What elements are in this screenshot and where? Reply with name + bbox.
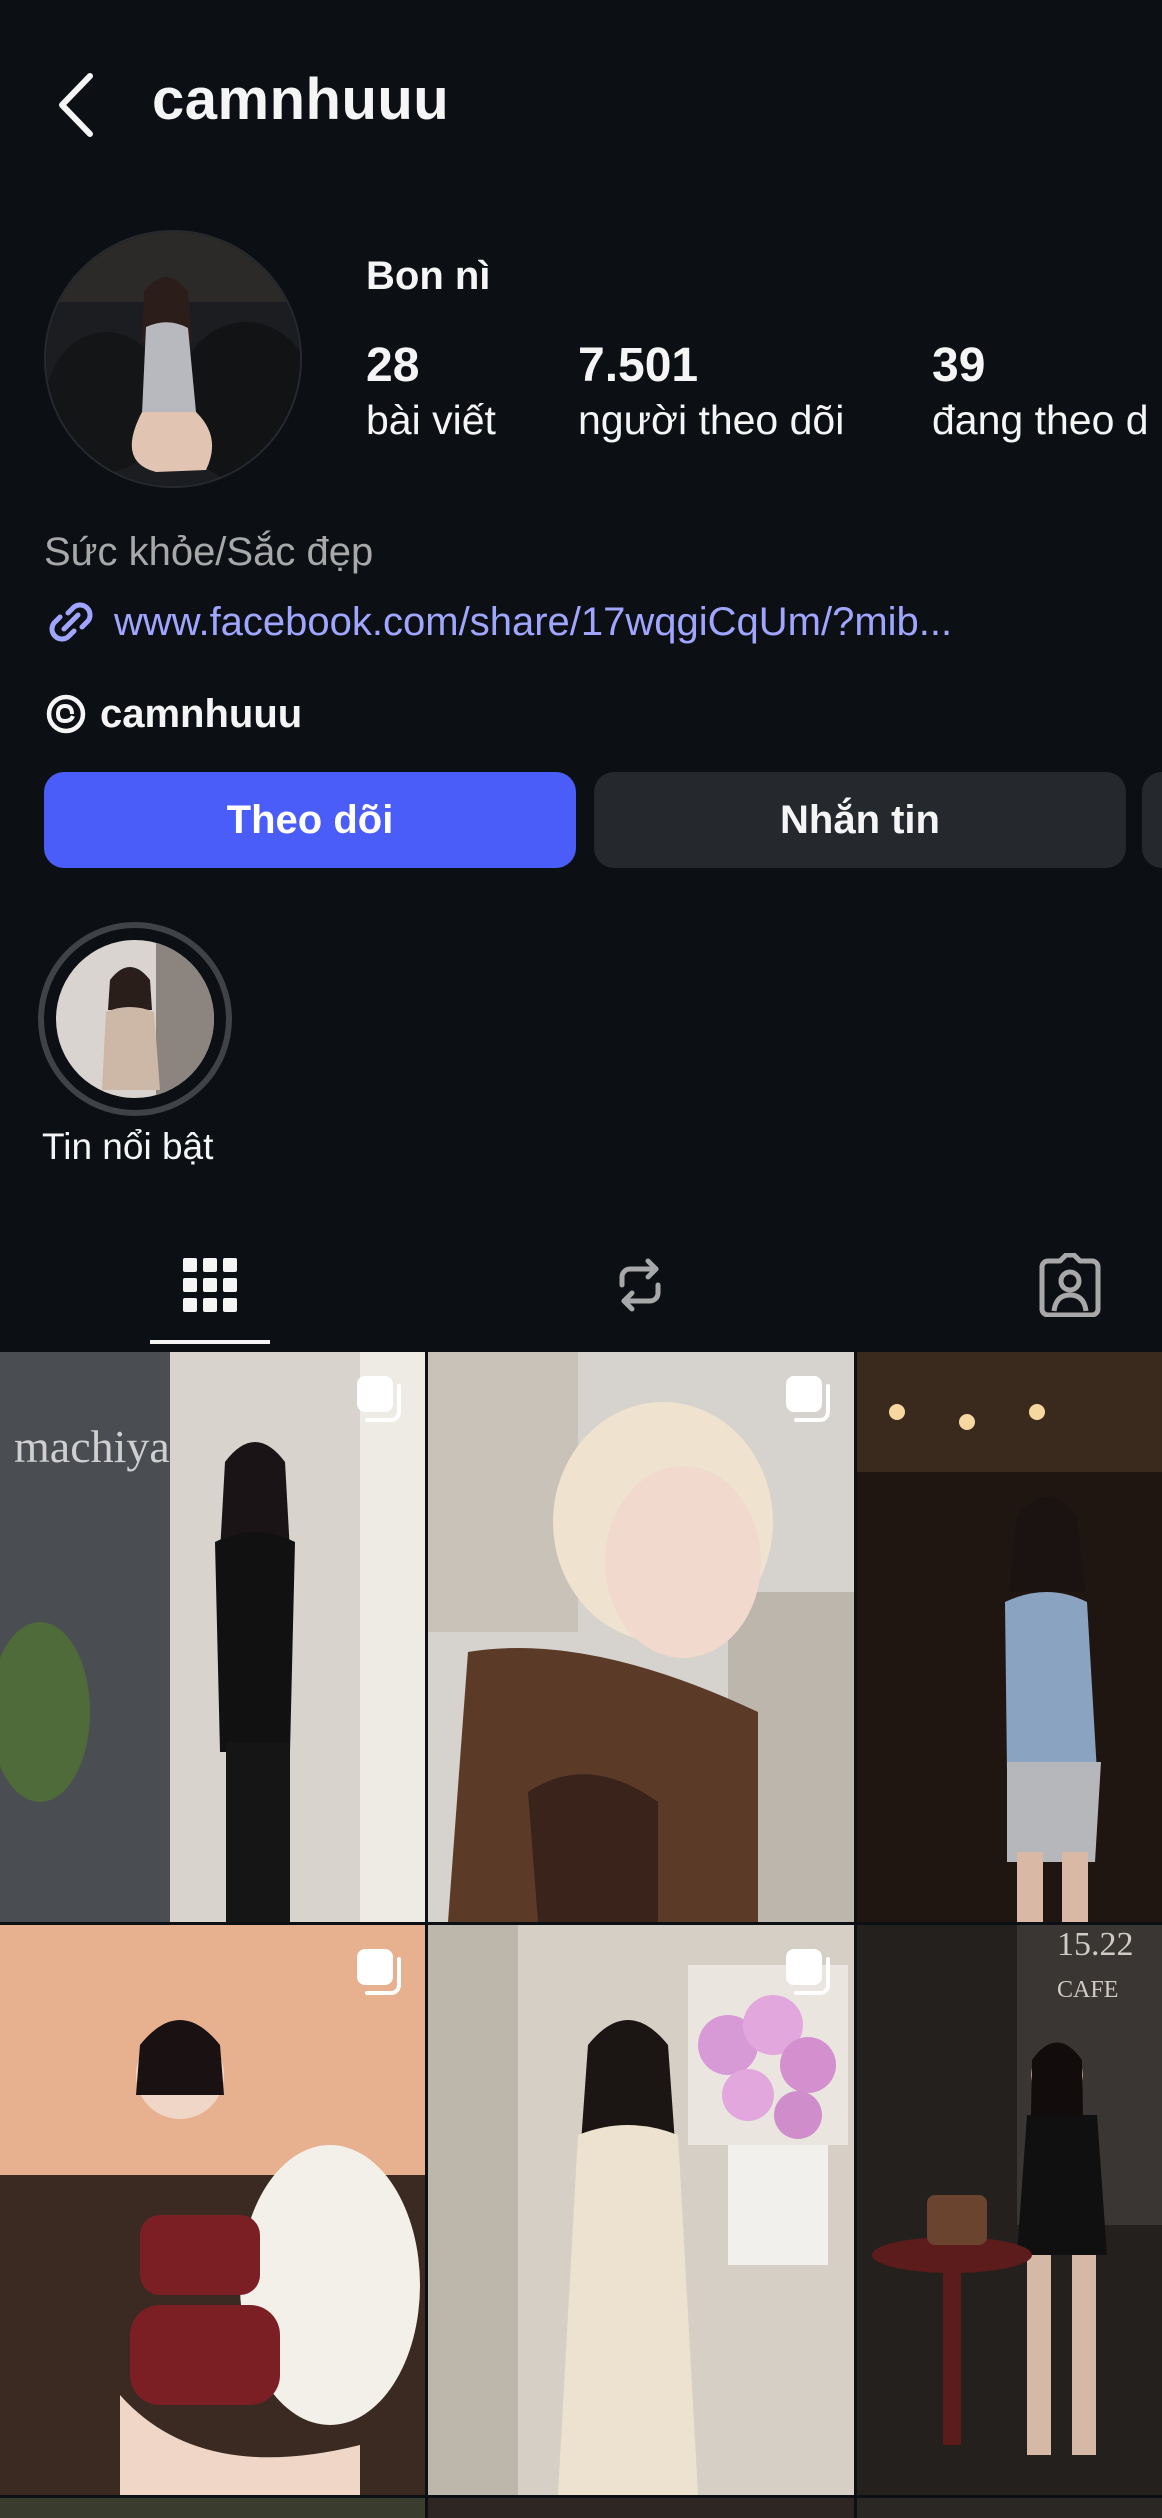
highlight-cover xyxy=(56,940,214,1098)
stat-posts-label: bài viết xyxy=(366,397,496,443)
stat-followers-count: 7.501 xyxy=(578,339,699,392)
multiple-photos-icon xyxy=(357,1949,401,1995)
stat-posts: 28 bài viết xyxy=(366,338,496,444)
post-tile[interactable] xyxy=(428,2498,854,2518)
multiple-photos-icon xyxy=(786,1376,830,1422)
post-tile[interactable] xyxy=(428,1925,854,2495)
tab-tagged[interactable] xyxy=(1010,1240,1130,1330)
profile-category: Sức khỏe/Sắc đẹp xyxy=(44,530,374,574)
threads-icon xyxy=(46,694,86,734)
multiple-photos-icon xyxy=(357,1376,401,1422)
profile-username-title: camnhuuu xyxy=(152,67,450,132)
highlight-label: Tin nổi bật xyxy=(42,1126,214,1167)
svg-text:CAFE: CAFE xyxy=(1057,1977,1118,2003)
post-tile[interactable] xyxy=(0,2498,425,2518)
multiple-photos-icon xyxy=(786,1949,830,1995)
stat-following[interactable]: 39 đang theo d xyxy=(932,338,1162,444)
tab-posts-grid[interactable] xyxy=(150,1240,270,1330)
tagged-icon xyxy=(1039,1253,1101,1317)
svg-text:15.22: 15.22 xyxy=(1057,1926,1134,1963)
active-tab-indicator xyxy=(150,1340,270,1344)
reels-repost-icon xyxy=(619,1258,661,1312)
message-button[interactable]: Nhắn tin xyxy=(594,772,1126,868)
post-tile[interactable] xyxy=(857,1352,1162,1922)
stat-following-label: đang theo d xyxy=(932,397,1149,443)
post-tile[interactable]: 15.22 CAFE xyxy=(857,1925,1162,2495)
display-name: Bon nì xyxy=(366,254,491,298)
tab-reposts[interactable] xyxy=(580,1240,700,1330)
post-tile[interactable] xyxy=(428,1352,854,1922)
stat-followers[interactable]: 7.501 người theo dõi xyxy=(578,338,844,444)
add-person-button[interactable] xyxy=(1142,772,1162,868)
threads-badge[interactable]: camnhuuu xyxy=(44,686,302,742)
post-tile[interactable] xyxy=(857,2498,1162,2518)
profile-link[interactable]: www.facebook.com/share/17wqgiCqUm/?mib..… xyxy=(44,594,952,650)
posts-grid: machiya 15.22 CAFE xyxy=(0,1352,1162,2518)
stat-followers-label: người theo dõi xyxy=(578,397,845,443)
stat-following-count: 39 xyxy=(932,339,986,392)
story-highlight[interactable] xyxy=(38,922,232,1116)
threads-handle: camnhuuu xyxy=(100,691,303,736)
follow-button[interactable]: Theo dõi xyxy=(44,772,576,868)
grid-icon xyxy=(183,1258,237,1312)
post-tile[interactable]: machiya xyxy=(0,1352,425,1922)
profile-link-text: www.facebook.com/share/17wqgiCqUm/?mib..… xyxy=(114,599,953,644)
post-tile[interactable] xyxy=(0,1925,425,2495)
profile-avatar[interactable] xyxy=(44,230,302,488)
svg-text:machiya: machiya xyxy=(14,1421,170,1472)
stat-posts-count: 28 xyxy=(366,339,420,392)
link-icon xyxy=(49,602,93,642)
back-icon[interactable] xyxy=(52,70,100,140)
